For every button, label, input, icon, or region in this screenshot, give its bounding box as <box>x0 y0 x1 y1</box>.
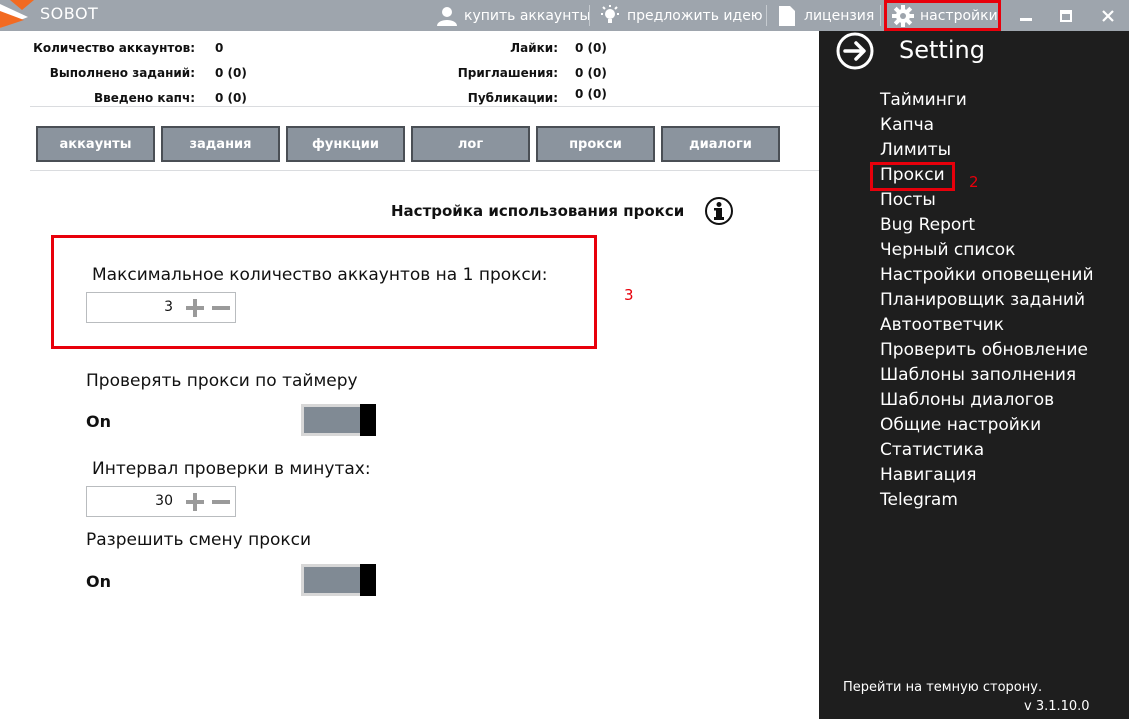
tasks-done-label: Выполнено заданий: <box>49 66 195 80</box>
accounts-count-value: 0 <box>215 41 224 55</box>
separator <box>880 5 881 26</box>
invites-label: Приглашения: <box>457 66 558 80</box>
separator <box>766 5 767 26</box>
minimize-button[interactable] <box>1008 0 1044 31</box>
app-title: SOBOT <box>40 4 99 23</box>
menu-item-autoresponder[interactable]: Автоответчик <box>880 315 1004 335</box>
menu-item-bug-report[interactable]: Bug Report <box>880 215 975 235</box>
divider <box>30 170 819 171</box>
arrow-right-icon[interactable] <box>835 31 875 71</box>
tab-log[interactable]: лог <box>411 126 530 162</box>
suggest-idea-link[interactable]: предложить идею <box>599 0 763 31</box>
tasks-done-value: 0 (0) <box>215 66 247 80</box>
interval-stepper[interactable]: 30 <box>86 486 236 517</box>
check-timer-toggle[interactable] <box>301 404 376 436</box>
likes-label: Лайки: <box>510 41 558 55</box>
posts-value: 0 (0) <box>575 87 607 101</box>
buy-accounts-label: купить аккаунты <box>464 7 591 24</box>
interval-value: 30 <box>155 493 173 509</box>
annotation-number-3: 3 <box>624 286 634 304</box>
menu-item-dialog-templates[interactable]: Шаблоны диалогов <box>880 390 1054 410</box>
suggest-idea-label: предложить идею <box>627 7 763 24</box>
captcha-count-value: 0 (0) <box>215 91 247 105</box>
toggle-track <box>304 567 360 593</box>
menu-item-statistics[interactable]: Статистика <box>880 440 984 460</box>
section-title: Настройка использования прокси <box>391 202 685 220</box>
maximize-button[interactable] <box>1048 0 1084 31</box>
accounts-count-label: Количество аккаунтов: <box>33 41 195 55</box>
allow-change-state: On <box>86 572 111 591</box>
captcha-count-label: Введено капч: <box>94 91 195 105</box>
menu-item-notifications[interactable]: Настройки оповещений <box>880 265 1094 285</box>
tab-proxy[interactable]: прокси <box>536 126 655 162</box>
sobot-logo <box>0 0 36 31</box>
dark-side-link[interactable]: Перейти на темную сторону. <box>843 680 1042 695</box>
license-link[interactable]: лицензия <box>776 0 874 31</box>
plus-icon[interactable] <box>185 298 205 318</box>
menu-item-posts[interactable]: Посты <box>880 190 936 210</box>
menu-item-general-settings[interactable]: Общие настройки <box>880 415 1041 435</box>
allow-change-toggle[interactable] <box>301 564 376 596</box>
menu-item-timings[interactable]: Тайминги <box>880 90 967 110</box>
minus-icon[interactable] <box>211 298 231 318</box>
document-icon <box>776 5 798 27</box>
separator <box>589 5 590 26</box>
menu-item-fill-templates[interactable]: Шаблоны заполнения <box>880 365 1076 385</box>
annotation-number-2: 2 <box>969 173 979 191</box>
tab-functions[interactable]: функции <box>286 126 405 162</box>
interval-label: Интервал проверки в минутах: <box>92 459 371 479</box>
allow-change-label: Разрешить смену прокси <box>86 530 312 550</box>
divider <box>30 106 819 107</box>
likes-value: 0 (0) <box>575 41 607 55</box>
menu-item-scheduler[interactable]: Планировщик заданий <box>880 290 1085 310</box>
max-accounts-value: 3 <box>164 299 173 315</box>
max-accounts-stepper[interactable]: 3 <box>86 292 236 323</box>
menu-item-blacklist[interactable]: Черный список <box>880 240 1015 260</box>
toggle-knob <box>360 404 376 436</box>
check-timer-state: On <box>86 412 111 431</box>
menu-item-captcha[interactable]: Капча <box>880 115 934 135</box>
menu-item-limits[interactable]: Лимиты <box>880 140 951 160</box>
max-accounts-label: Максимальное количество аккаунтов на 1 п… <box>92 265 548 285</box>
minus-icon[interactable] <box>211 492 231 512</box>
toggle-track <box>304 407 360 433</box>
annotation-box-1 <box>884 0 1001 31</box>
toggle-knob <box>360 564 376 596</box>
info-icon[interactable] <box>705 197 733 225</box>
license-label: лицензия <box>804 7 875 24</box>
version-label: v 3.1.10.0 <box>1024 699 1090 714</box>
sidebar-title: Setting <box>899 36 985 64</box>
plus-icon[interactable] <box>185 492 205 512</box>
check-timer-label: Проверять прокси по таймеру <box>86 371 358 391</box>
user-icon <box>436 5 458 27</box>
tab-tasks[interactable]: задания <box>161 126 280 162</box>
close-button[interactable] <box>1090 0 1126 31</box>
menu-item-navigation[interactable]: Навигация <box>880 465 976 485</box>
posts-label: Публикации: <box>467 91 558 105</box>
buy-accounts-link[interactable]: купить аккаунты <box>436 0 591 31</box>
annotation-box-2 <box>870 162 955 191</box>
lightbulb-icon <box>599 4 621 27</box>
tab-dialogs[interactable]: диалоги <box>661 126 780 162</box>
tab-accounts[interactable]: аккаунты <box>36 126 155 162</box>
invites-value: 0 (0) <box>575 66 607 80</box>
menu-item-check-update[interactable]: Проверить обновление <box>880 340 1088 360</box>
menu-item-telegram[interactable]: Telegram <box>880 490 958 510</box>
